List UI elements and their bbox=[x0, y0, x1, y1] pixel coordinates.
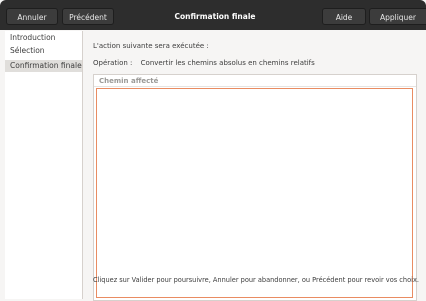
column-header-affected-path[interactable]: Chemin affecté bbox=[94, 75, 416, 87]
sidebar-item-selection[interactable]: Sélection bbox=[5, 45, 82, 57]
wizard-sidebar: Introduction Sélection Confirmation fina… bbox=[5, 31, 83, 299]
operation-value: Convertir les chemins absolus en chemins… bbox=[140, 59, 315, 67]
previous-button[interactable]: Précédent bbox=[62, 8, 114, 25]
intro-text: L'action suivante sera exécutée : bbox=[93, 42, 209, 50]
apply-button[interactable]: Appliquer bbox=[369, 8, 426, 25]
main-content: L'action suivante sera exécutée : Opérat… bbox=[83, 31, 426, 301]
affected-paths-list-body[interactable] bbox=[96, 88, 413, 298]
footer-instructions: Cliquez sur Valider pour poursuivre, Ann… bbox=[93, 276, 419, 284]
operation-label: Opération : bbox=[93, 59, 133, 67]
operation-row: Opération : Convertir les chemins absolu… bbox=[93, 59, 315, 67]
wizard-window: Annuler Précédent Confirmation finale Ai… bbox=[0, 0, 426, 301]
sidebar-item-introduction[interactable]: Introduction bbox=[5, 32, 82, 44]
affected-paths-list: Chemin affecté bbox=[93, 74, 417, 301]
window-title: Confirmation finale bbox=[174, 12, 256, 21]
title-bar: Annuler Précédent Confirmation finale Ai… bbox=[0, 0, 426, 30]
cancel-button[interactable]: Annuler bbox=[6, 8, 58, 25]
help-button[interactable]: Aide bbox=[322, 8, 366, 25]
sidebar-item-final-confirmation[interactable]: Confirmation finale bbox=[5, 60, 82, 72]
